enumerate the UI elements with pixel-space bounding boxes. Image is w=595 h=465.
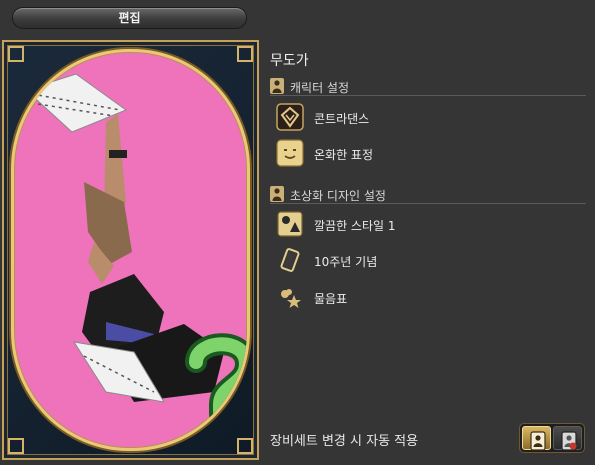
section-portrait-design: 초상화 디자인 설정 — [270, 186, 586, 204]
section-character-settings: 캐릭터 설정 — [270, 78, 586, 96]
character-silhouette-icon — [270, 78, 284, 94]
smiling-face-icon — [276, 139, 304, 167]
expression-setting-item[interactable]: 온화한 표정 — [276, 139, 576, 169]
character-figure — [25, 73, 247, 448]
backdrop-setting-item[interactable]: 깔끔한 스타일 1 — [276, 210, 576, 240]
portrait-silhouette-icon — [270, 186, 284, 202]
accent-setting-item[interactable]: 물음표 — [276, 283, 576, 313]
portrait-frame — [2, 40, 259, 460]
pose-setting-item[interactable]: 콘트라댄스 — [276, 103, 576, 133]
expression-setting-label: 온화한 표정 — [314, 148, 374, 162]
section-label: 초상화 디자인 설정 — [290, 189, 386, 203]
frame-corner — [237, 438, 253, 454]
auto-apply-label: 장비세트 변경 시 자동 적용 — [270, 434, 419, 449]
auto-apply-on-button[interactable] — [522, 426, 551, 451]
section-label: 캐릭터 설정 — [290, 81, 350, 95]
auto-apply-on-icon — [530, 431, 546, 451]
backdrop-setting-label: 깔끔한 스타일 1 — [314, 219, 396, 233]
frame-setting-item[interactable]: 10주년 기념 — [276, 246, 576, 276]
pose-setting-label: 콘트라댄스 — [314, 112, 370, 126]
portrait-preview[interactable] — [11, 49, 250, 451]
question-mark-accent-icon — [276, 283, 304, 311]
edit-button[interactable]: 편집 — [12, 7, 247, 29]
frame-card-icon — [276, 246, 304, 274]
frame-setting-label: 10주년 기념 — [314, 255, 378, 269]
auto-apply-off-icon — [561, 431, 577, 451]
frame-corner — [237, 46, 253, 62]
backdrop-style-icon — [276, 210, 304, 238]
frame-corner — [8, 46, 24, 62]
auto-apply-toggle — [519, 423, 585, 453]
frame-corner — [8, 438, 24, 454]
class-title: 무도가 — [270, 53, 309, 69]
accent-setting-label: 물음표 — [314, 292, 348, 306]
dance-pose-icon — [276, 103, 304, 131]
auto-apply-off-button[interactable] — [553, 426, 582, 451]
